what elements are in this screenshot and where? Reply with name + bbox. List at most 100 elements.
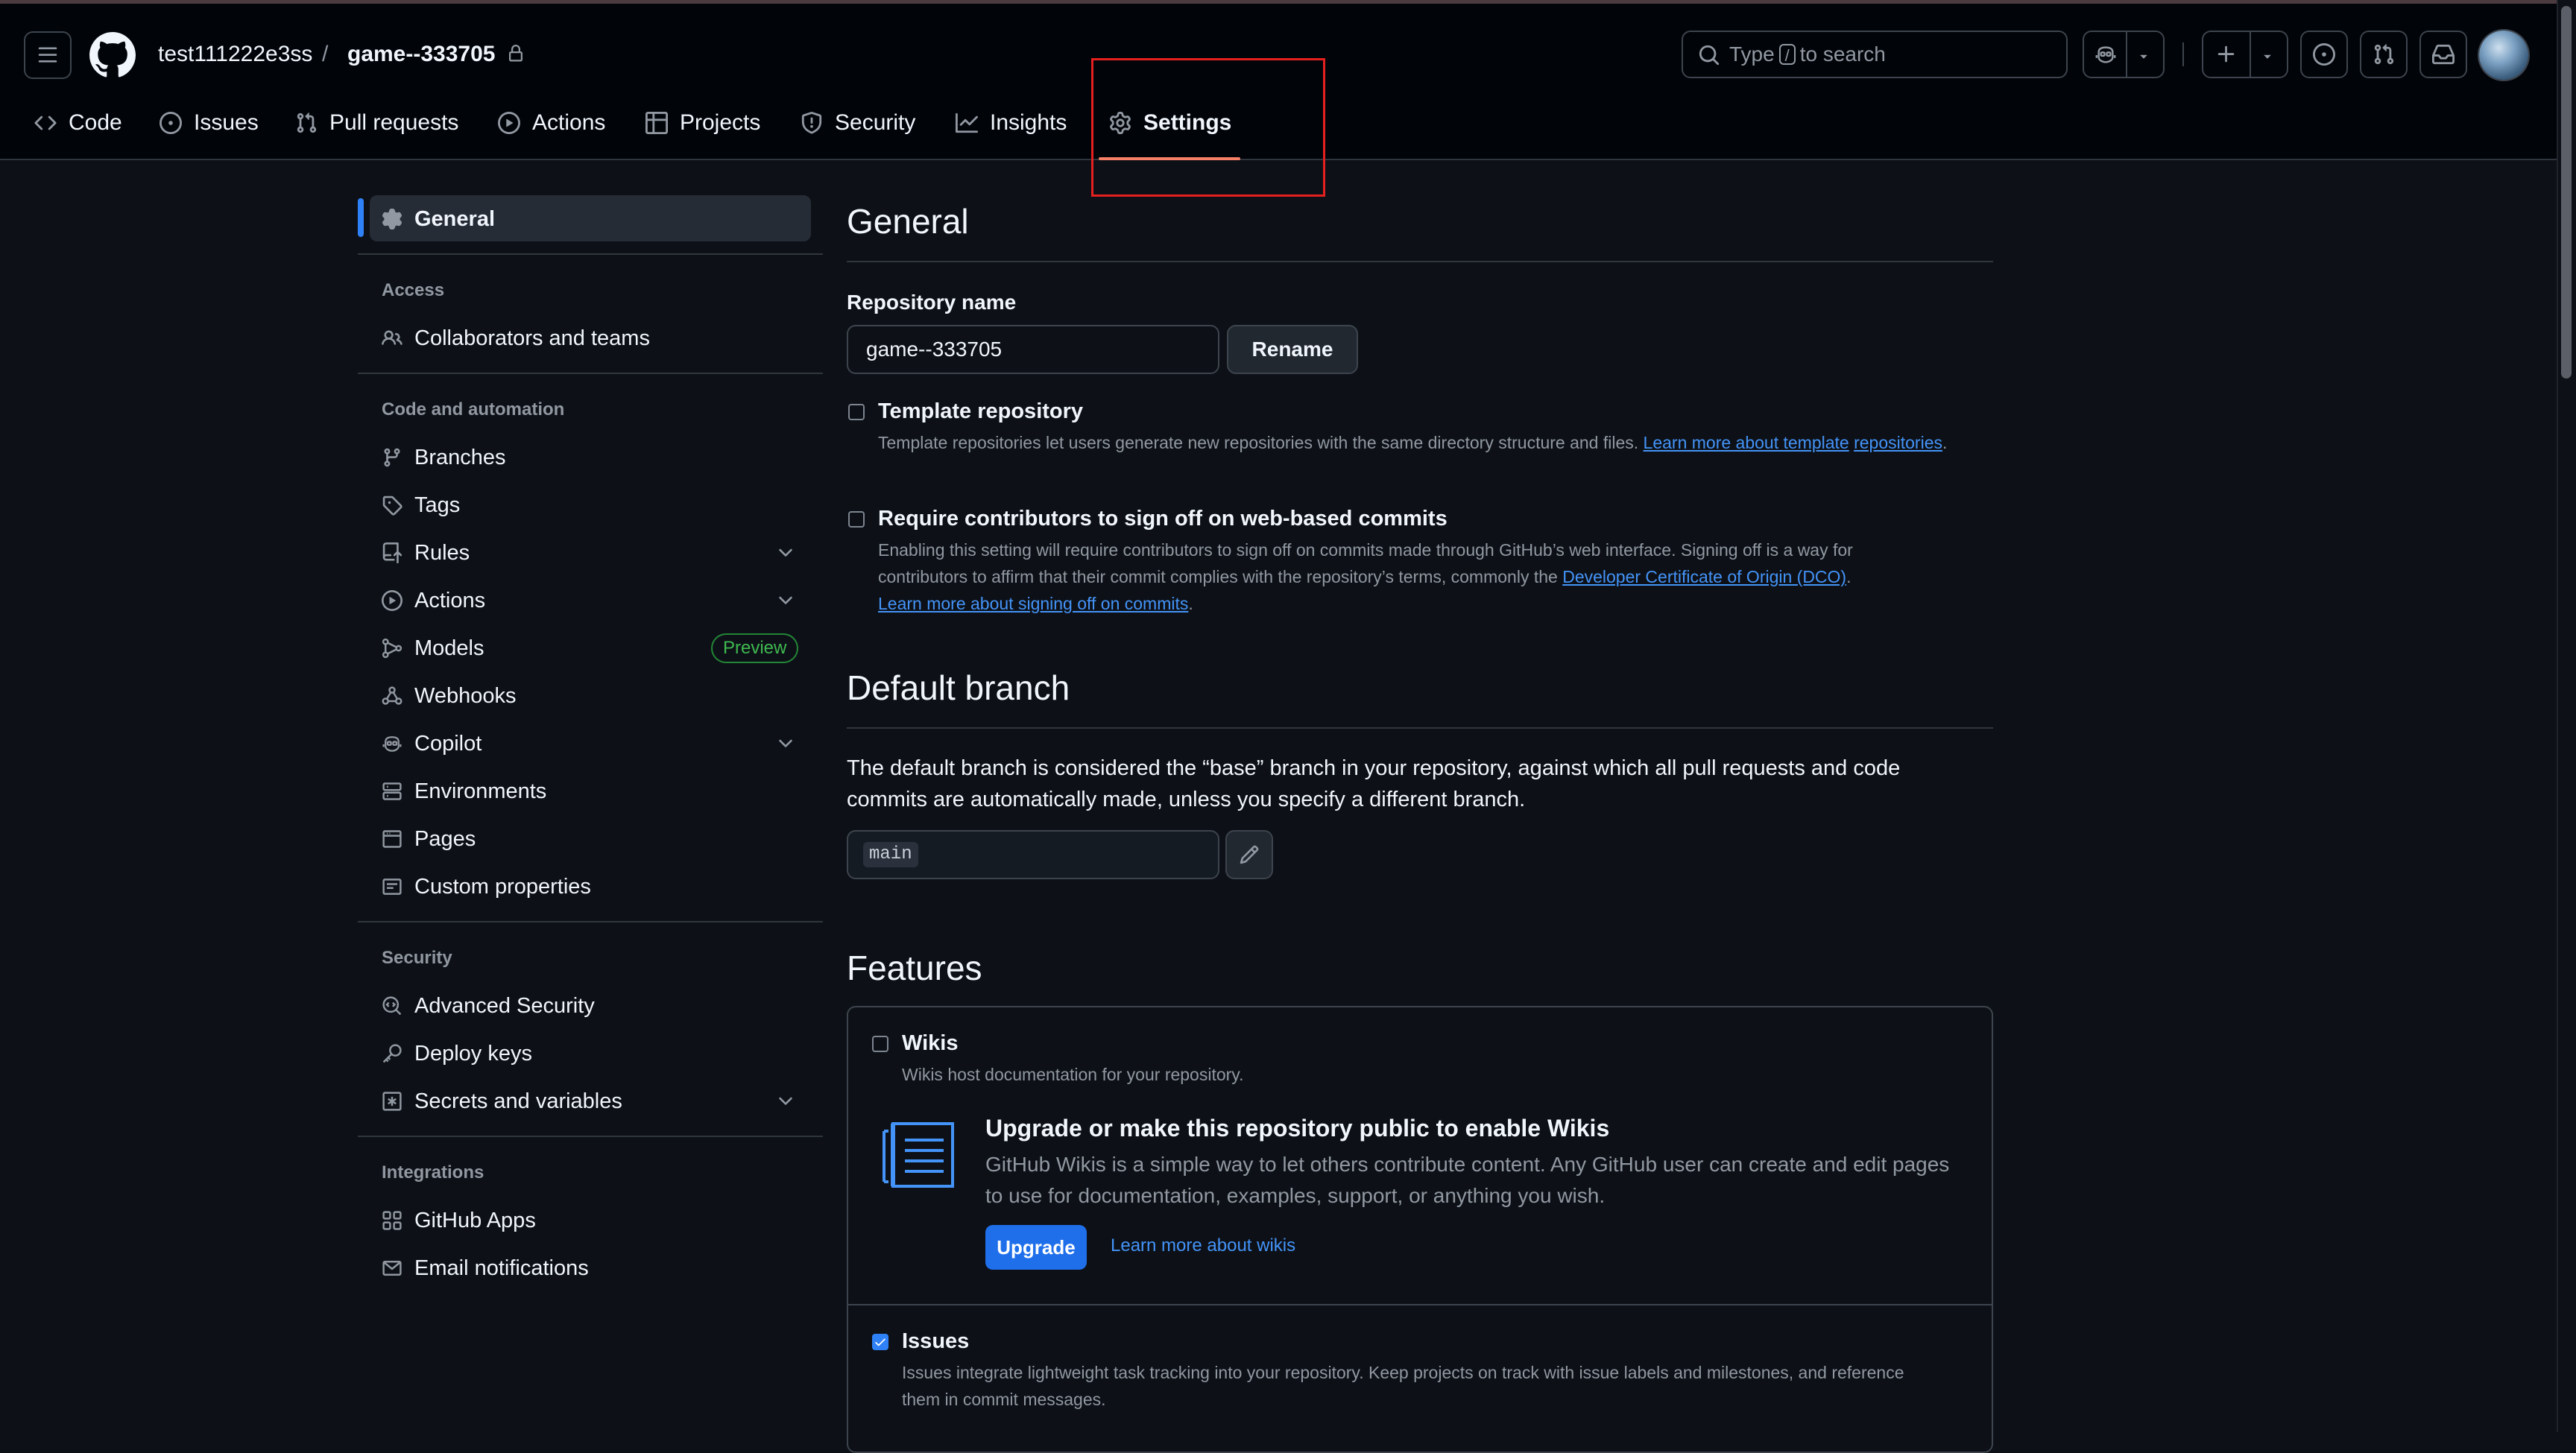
slash-key-hint: / [1778, 43, 1796, 65]
sidebar-label: Custom properties [414, 874, 591, 899]
sidebar-item-branches[interactable]: Branches [382, 443, 506, 472]
learn-more-wikis-link[interactable]: Learn more about wikis [1111, 1235, 1295, 1256]
upgrade-button[interactable]: Upgrade [985, 1225, 1087, 1270]
sidebar-item-webhooks[interactable]: Webhooks [382, 681, 517, 711]
copilot-chevron-down-icon[interactable] [775, 733, 796, 754]
secrets-chevron-down-icon[interactable] [775, 1091, 796, 1112]
tag-icon [382, 495, 402, 516]
open-menu-button[interactable] [24, 31, 72, 79]
tab-pull-requests[interactable]: Pull requests [295, 108, 458, 138]
note-icon [382, 876, 402, 897]
features-panel: Wikis Wikis host documentation for your … [847, 1006, 1993, 1453]
tab-issues[interactable]: Issues [160, 108, 259, 138]
signoff-checkbox[interactable] [848, 511, 865, 528]
default-branch-field: main [847, 830, 1219, 879]
sidebar-item-models[interactable]: Models [382, 633, 484, 663]
plus-icon[interactable] [2215, 43, 2238, 66]
webhook-icon [382, 686, 402, 706]
play-icon [382, 590, 402, 611]
tab-insights[interactable]: Insights [956, 108, 1067, 138]
gear-icon [382, 209, 402, 229]
rules-chevron-down-icon[interactable] [775, 542, 796, 563]
sidebar-section-code-automation: Code and automation [382, 399, 565, 420]
sidebar-label: Pages [414, 826, 476, 851]
sidebar-item-actions[interactable]: Actions [382, 586, 485, 615]
dco-link[interactable]: Developer Certificate of Origin (DCO) [1562, 567, 1846, 586]
ai-model-icon [382, 638, 402, 659]
sidebar-item-advanced-security[interactable]: Advanced Security [382, 991, 595, 1021]
rename-button[interactable]: Rename [1227, 325, 1358, 374]
learn-more-signoff-link[interactable]: Learn more about signing off on commits [878, 594, 1188, 613]
sidebar-label: GitHub Apps [414, 1208, 536, 1232]
code-icon [34, 112, 57, 134]
sidebar-label: Advanced Security [414, 993, 595, 1018]
create-new-button-group [2202, 31, 2288, 78]
copilot-dropdown-icon[interactable] [2136, 48, 2151, 63]
key-asterisk-icon [382, 1091, 402, 1112]
scrollbar-thumb[interactable] [2561, 6, 2572, 379]
sidebar-divider [358, 373, 823, 374]
shield-icon [801, 112, 823, 134]
sidebar-label: Email notifications [414, 1256, 589, 1280]
copilot-icon[interactable] [2094, 43, 2117, 66]
breadcrumb-repo-link[interactable]: game--333705 [347, 39, 495, 69]
default-branch-description: The default branch is considered the “ba… [847, 756, 1901, 811]
upgrade-wikis-description: GitHub Wikis is a simple way to let othe… [985, 1153, 1950, 1207]
sidebar-section-access: Access [382, 280, 445, 300]
mail-icon [382, 1258, 402, 1279]
template-repository-checkbox[interactable] [848, 404, 865, 420]
tab-security[interactable]: Security [801, 108, 915, 138]
sidebar-item-general-label[interactable]: General [382, 204, 495, 234]
codescan-icon [382, 995, 402, 1016]
copilot-button-group [2083, 31, 2165, 78]
issues-description: Issues integrate lightweight task tracki… [902, 1363, 1904, 1409]
user-avatar[interactable] [2479, 31, 2528, 80]
sidebar-item-copilot[interactable]: Copilot [382, 729, 482, 759]
repository-name-input[interactable] [847, 325, 1219, 374]
learn-more-template-link[interactable]: Learn more about template [1644, 433, 1849, 452]
browser-icon [382, 829, 402, 849]
tab-projects[interactable]: Projects [645, 108, 760, 138]
github-logo-icon[interactable] [89, 32, 136, 78]
server-icon [382, 781, 402, 802]
actions-chevron-down-icon[interactable] [775, 590, 796, 611]
issue-opened-icon [160, 112, 182, 134]
book-icon [878, 1119, 959, 1191]
sidebar-item-environments[interactable]: Environments [382, 776, 546, 806]
sidebar-divider [358, 1136, 823, 1137]
hamburger-icon [37, 45, 58, 66]
your-pull-requests-button[interactable] [2360, 31, 2408, 78]
sidebar-item-tags[interactable]: Tags [382, 490, 460, 520]
edit-default-branch-button[interactable] [1225, 830, 1273, 879]
wikis-checkbox[interactable] [872, 1036, 888, 1052]
heading-divider [847, 261, 1993, 262]
sidebar-item-github-apps[interactable]: GitHub Apps [382, 1206, 536, 1235]
sidebar-item-secrets[interactable]: Secrets and variables [382, 1086, 622, 1116]
learn-more-template-link-cont[interactable]: repositories [1854, 433, 1942, 452]
create-dropdown-icon[interactable] [2260, 48, 2275, 63]
sidebar-section-security: Security [382, 948, 452, 968]
sidebar-item-deploy-keys[interactable]: Deploy keys [382, 1039, 532, 1069]
annotation-highlight-box [1091, 58, 1325, 197]
sidebar-item-rules[interactable]: Rules [382, 538, 470, 568]
sidebar-item-custom-properties[interactable]: Custom properties [382, 872, 591, 902]
sidebar-label: Secrets and variables [414, 1089, 622, 1113]
sidebar-item-pages[interactable]: Pages [382, 824, 476, 854]
sidebar-item-collaborators[interactable]: Collaborators and teams [382, 323, 650, 353]
sidebar-label: Webhooks [414, 683, 517, 708]
header-divider [2182, 42, 2184, 66]
tab-code[interactable]: Code [34, 108, 122, 138]
sidebar-item-email-notifications[interactable]: Email notifications [382, 1253, 589, 1283]
tab-label: Actions [532, 110, 606, 135]
search-icon [1698, 44, 1720, 66]
preview-badge: Preview [711, 633, 799, 663]
sidebar-label: General [414, 206, 495, 231]
issues-checkbox[interactable] [872, 1334, 888, 1350]
your-issues-button[interactable] [2300, 31, 2348, 78]
search-input[interactable]: Type / to search [1682, 31, 2068, 78]
breadcrumb-owner-link[interactable]: test111222e3ss [158, 39, 312, 69]
branch-name-chip: main [863, 842, 918, 867]
tab-actions[interactable]: Actions [498, 108, 605, 138]
notifications-inbox-button[interactable] [2419, 31, 2467, 78]
key-icon [382, 1043, 402, 1064]
